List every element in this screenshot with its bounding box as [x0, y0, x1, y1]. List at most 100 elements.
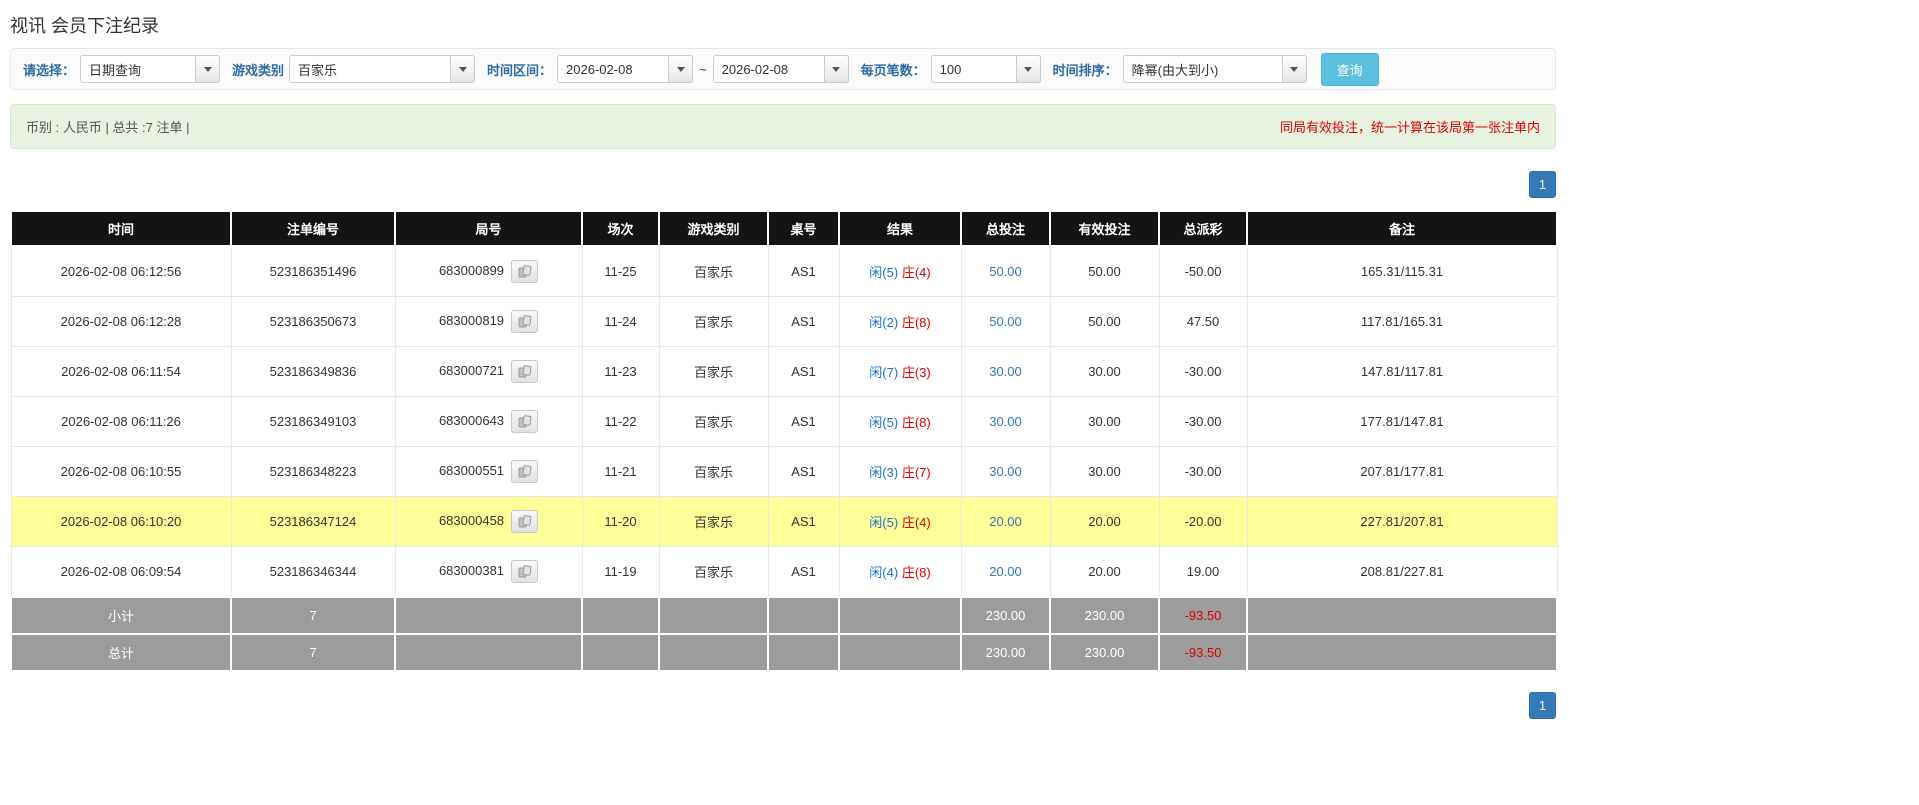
round-detail-button[interactable] [511, 560, 538, 583]
chevron-down-icon [677, 67, 685, 72]
select-type-input[interactable] [80, 55, 196, 83]
select-type-dropdown-button[interactable] [196, 55, 220, 83]
game-type-input[interactable] [289, 55, 451, 83]
subtotal-empty [1247, 597, 1557, 634]
date-to-dropdown-button[interactable] [825, 55, 849, 83]
result-banker: 庄(8) [902, 315, 931, 330]
valid-bet-cell: 20.00 [1050, 497, 1159, 547]
table-row: 2026-02-08 06:12:56 523186351496 6830008… [11, 246, 1557, 297]
pagination-bottom: 1 [10, 692, 1556, 719]
result-banker: 庄(3) [902, 365, 931, 380]
table-row: 2026-02-08 06:11:54 523186349836 6830007… [11, 347, 1557, 397]
table-header: 时间 注单编号 局号 场次 游戏类别 桌号 结果 总投注 有效投注 总派彩 备注 [11, 211, 1557, 246]
result-player: 闲(5) [869, 415, 898, 430]
total-bet-link[interactable]: 30.00 [989, 464, 1022, 479]
round-detail-button[interactable] [511, 510, 538, 533]
total-payout: -93.50 [1159, 634, 1247, 671]
chevron-down-icon [832, 67, 840, 72]
game-type-cell: 百家乐 [659, 246, 768, 297]
round-number: 683000643 [439, 413, 504, 428]
round-detail-button[interactable] [511, 360, 538, 383]
total-bet-cell: 20.00 [961, 547, 1050, 598]
total-empty [659, 634, 768, 671]
page-size-dropdown-button[interactable] [1017, 55, 1041, 83]
chevron-down-icon [1024, 67, 1032, 72]
total-count: 7 [231, 634, 395, 671]
total-empty [395, 634, 582, 671]
search-button[interactable]: 查询 [1321, 53, 1379, 86]
game-type-dropdown-button[interactable] [451, 55, 475, 83]
total-bet-cell: 30.00 [961, 397, 1050, 447]
table-number-cell: AS1 [768, 547, 839, 598]
result-player: 闲(2) [869, 315, 898, 330]
page-number-button[interactable]: 1 [1529, 171, 1556, 198]
session-cell: 11-19 [582, 547, 659, 598]
session-cell: 11-20 [582, 497, 659, 547]
result-cell: 闲(2) 庄(8) [839, 297, 961, 347]
total-bet-link[interactable]: 30.00 [989, 364, 1022, 379]
date-from-dropdown-button[interactable] [669, 55, 693, 83]
time-cell: 2026-02-08 06:10:55 [11, 447, 231, 497]
subtotal-count: 7 [231, 597, 395, 634]
result-player: 闲(7) [869, 365, 898, 380]
page-container: 视讯 会员下注纪录 请选择： 游戏类别 时间区间： ~ 每页笔数： 时间排序： [10, 12, 1556, 719]
total-bet-link[interactable]: 30.00 [989, 414, 1022, 429]
payout-cell: 19.00 [1159, 547, 1247, 598]
date-to-input[interactable] [713, 55, 825, 83]
time-cell: 2026-02-08 06:09:54 [11, 547, 231, 598]
total-total-bet: 230.00 [961, 634, 1050, 671]
header-payout: 总派彩 [1159, 211, 1247, 246]
total-bet-link[interactable]: 50.00 [989, 314, 1022, 329]
total-empty [1247, 634, 1557, 671]
subtotal-row: 小计 7 230.00 230.00 -93.50 [11, 597, 1557, 634]
game-type-cell: 百家乐 [659, 347, 768, 397]
header-bet-id: 注单编号 [231, 211, 395, 246]
round-cell: 683000899 [395, 246, 582, 297]
bet-id-cell: 523186351496 [231, 246, 395, 297]
page-title: 视讯 会员下注纪录 [10, 12, 1556, 38]
result-cell: 闲(3) 庄(7) [839, 447, 961, 497]
round-number: 683000551 [439, 463, 504, 478]
payout-cell: -20.00 [1159, 497, 1247, 547]
valid-bet-cell: 30.00 [1050, 447, 1159, 497]
round-number: 683000381 [439, 563, 504, 578]
page-number-button[interactable]: 1 [1529, 692, 1556, 719]
result-player: 闲(5) [869, 265, 898, 280]
round-cell: 683000643 [395, 397, 582, 447]
note-cell: 165.31/115.31 [1247, 246, 1557, 297]
date-from-combobox [557, 55, 693, 83]
total-valid-bet: 230.00 [1050, 634, 1159, 671]
payout-cell: -30.00 [1159, 447, 1247, 497]
session-cell: 11-23 [582, 347, 659, 397]
round-cell: 683000551 [395, 447, 582, 497]
session-cell: 11-21 [582, 447, 659, 497]
total-bet-link[interactable]: 50.00 [989, 264, 1022, 279]
result-cell: 闲(4) 庄(8) [839, 547, 961, 598]
page-size-input[interactable] [931, 55, 1017, 83]
bet-id-cell: 523186346344 [231, 547, 395, 598]
header-round: 局号 [395, 211, 582, 246]
note-cell: 227.81/207.81 [1247, 497, 1557, 547]
sort-order-input[interactable] [1123, 55, 1283, 83]
time-range-label: 时间区间： [487, 60, 552, 79]
table-footer: 小计 7 230.00 230.00 -93.50 总计 7 [11, 597, 1557, 671]
round-detail-button[interactable] [511, 310, 538, 333]
table-number-cell: AS1 [768, 497, 839, 547]
sort-order-dropdown-button[interactable] [1283, 55, 1307, 83]
note-cell: 208.81/227.81 [1247, 547, 1557, 598]
bet-id-cell: 523186347124 [231, 497, 395, 547]
round-detail-button[interactable] [511, 260, 538, 283]
total-bet-link[interactable]: 20.00 [989, 564, 1022, 579]
round-detail-button[interactable] [511, 460, 538, 483]
total-bet-cell: 50.00 [961, 297, 1050, 347]
valid-bet-cell: 20.00 [1050, 547, 1159, 598]
subtotal-empty [582, 597, 659, 634]
note-cell: 207.81/177.81 [1247, 447, 1557, 497]
total-bet-link[interactable]: 20.00 [989, 514, 1022, 529]
subtotal-payout: -93.50 [1159, 597, 1247, 634]
page-size-label: 每页笔数： [861, 60, 926, 79]
round-detail-button[interactable] [511, 410, 538, 433]
date-from-input[interactable] [557, 55, 669, 83]
game-type-cell: 百家乐 [659, 547, 768, 598]
game-type-cell: 百家乐 [659, 497, 768, 547]
